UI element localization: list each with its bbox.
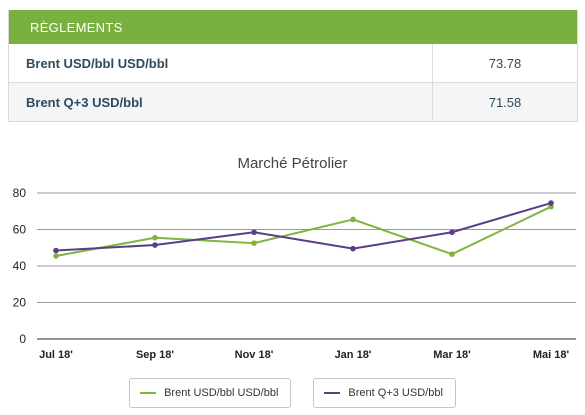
y-tick-label: 40 [13,259,27,273]
y-tick-label: 20 [13,296,27,310]
chart-legend: Brent USD/bbl USD/bbl Brent Q+3 USD/bbl [0,378,585,408]
legend-label: Brent USD/bbl USD/bbl [164,387,279,399]
data-point [53,247,59,254]
x-tick-label: Nov 18' [235,349,274,361]
x-tick-label: Mai 18' [533,349,570,361]
y-tick-label: 0 [19,332,26,346]
data-point [53,253,59,259]
legend-label: Brent Q+3 USD/bbl [348,387,443,399]
x-tick-label: Mar 18' [433,349,471,361]
data-point [548,200,554,206]
x-tick-label: Sep 18' [136,349,174,361]
series-line-0 [55,205,552,257]
legend-item-series-0[interactable]: Brent USD/bbl USD/bbl [129,378,292,408]
legend-item-series-1[interactable]: Brent Q+3 USD/bbl [313,378,456,408]
y-tick-label: 80 [13,186,27,200]
x-tick-label: Jan 18' [335,349,372,361]
data-point [251,229,257,236]
data-point [251,240,257,246]
data-point [449,229,455,236]
data-point [152,242,158,248]
y-tick-label: 60 [13,223,27,237]
data-point [350,245,356,252]
legend-swatch [140,392,157,394]
data-point [152,234,158,241]
data-point [350,216,356,223]
x-tick-label: Jul 18' [39,349,73,361]
line-chart: 0 20 40 60 80 Jul 18' Sep 18' Nov 18' Jan 18' Mar… [13,186,576,361]
data-point [449,251,455,257]
legend-swatch [324,392,341,394]
